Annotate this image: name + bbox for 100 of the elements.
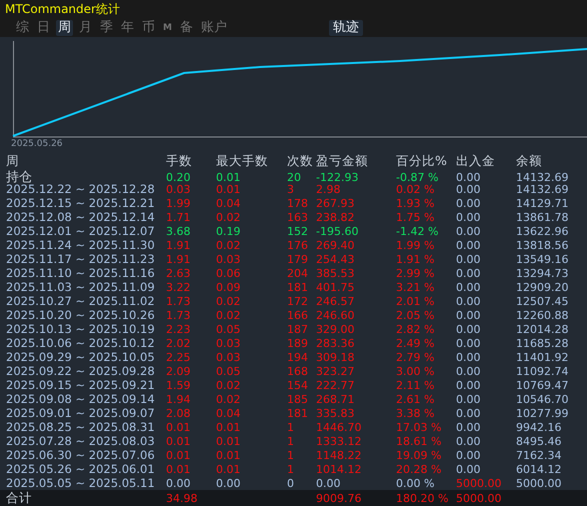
period-cell-text: 2025.12.08 ~ 2025.12.14 <box>6 210 156 224</box>
period-cell-text: 2025.11.24 ~ 2025.11.30 <box>6 238 156 252</box>
table-cell-text: 20.28 % <box>396 462 442 476</box>
table-cell-text: 329.00 <box>316 322 356 336</box>
table-cell-text: 401.75 <box>316 280 356 294</box>
table-cell-text: 0.00 <box>456 364 482 378</box>
table-cell-text: 0.00 <box>456 350 482 364</box>
column-header: 百分比% <box>396 153 448 170</box>
table-cell-text: 0.00 <box>456 434 482 448</box>
total-label: 合计 <box>6 490 33 506</box>
table-cell-text: 3.22 <box>166 280 192 294</box>
table-cell-text: 2.23 <box>166 322 192 336</box>
table-cell-text: 34.98 <box>166 492 198 505</box>
table-cell-text: 0.00 <box>456 378 482 392</box>
table-cell-text: 0.02 <box>216 392 242 406</box>
table-cell-text: 2.08 <box>166 406 192 420</box>
table-cell-text: 0.01 <box>216 448 242 462</box>
period-cell-text: 2025.09.22 ~ 2025.09.28 <box>6 364 156 378</box>
track-toggle[interactable]: 轨迹 <box>328 20 363 36</box>
table-cell-text: 2.61 % <box>396 392 436 406</box>
table-cell-text: 3 <box>287 182 295 196</box>
table-cell-text: 10546.70 <box>516 392 570 406</box>
table-cell-text: 0.01 <box>216 434 242 448</box>
table-cell-text: 5000.00 <box>456 492 502 505</box>
period-tab[interactable]: 综 <box>14 20 31 36</box>
period-cell-text: 2025.09.08 ~ 2025.09.14 <box>6 392 156 406</box>
table-cell-text: 0.20 <box>166 170 192 184</box>
table-cell-text: 2.02 <box>166 336 192 350</box>
table-cell-text: 0.02 <box>216 238 242 252</box>
table-cell-text: 1.91 <box>166 252 192 266</box>
table-cell-text: 2.09 <box>166 364 192 378</box>
table-cell-text: 0.00 <box>456 280 482 294</box>
period-tab[interactable]: 币 <box>140 20 157 36</box>
table-cell-text: 1333.12 <box>316 434 362 448</box>
period-cell-text: 2025.11.17 ~ 2025.11.23 <box>6 252 156 266</box>
table-cell-text: 0.00 <box>456 252 482 266</box>
table-cell-text: 5000.00 <box>516 476 562 490</box>
table-cell-text: 1 <box>287 420 295 434</box>
table-cell-text: 3.38 % <box>396 406 436 420</box>
table-cell-text: 0.01 <box>216 182 242 196</box>
table-cell-text: 8495.46 <box>516 434 562 448</box>
period-cell-text: 2025.10.27 ~ 2025.11.02 <box>6 294 156 308</box>
table-cell-text: 268.71 <box>316 392 356 406</box>
period-tab[interactable]: 月 <box>77 20 94 36</box>
period-cell-text: 2025.12.15 ~ 2025.12.21 <box>6 196 156 210</box>
table-cell-text: 1014.12 <box>316 462 362 476</box>
table-cell-text: 0.00 <box>456 392 482 406</box>
period-tab[interactable]: 季 <box>98 20 115 36</box>
table-cell-text: 3.21 % <box>396 280 436 294</box>
table-cell-text: 0.00 <box>456 238 482 252</box>
table-cell-text: 0.04 <box>216 196 242 210</box>
period-tab[interactable]: 日 <box>35 20 52 36</box>
column-header: 周 <box>6 153 20 170</box>
table-cell-text: 1 <box>287 448 295 462</box>
period-tab[interactable]: 账户 <box>198 20 229 36</box>
table-cell-text: 0.01 <box>166 420 192 434</box>
period-tab[interactable]: 备 <box>178 20 195 36</box>
table-cell-text: 0.00 <box>456 322 482 336</box>
table-cell-text: 2.99 % <box>396 266 436 280</box>
table-cell-text: 18.61 % <box>396 434 442 448</box>
period-cell-text: 2025.11.03 ~ 2025.11.09 <box>6 280 156 294</box>
table-cell-text: 0.00 <box>456 224 482 238</box>
table-cell-text: 181 <box>287 406 309 420</box>
table-cell-text: 166 <box>287 308 309 322</box>
table-cell-text: 10769.47 <box>516 378 570 392</box>
table-cell-text: 12507.45 <box>516 294 570 308</box>
table-cell-text: 194 <box>287 350 309 364</box>
table-cell-text: 254.43 <box>316 252 356 266</box>
period-tab[interactable]: M <box>161 20 174 36</box>
table-cell-text: 2.63 <box>166 266 192 280</box>
table-cell-text: 20 <box>287 170 302 184</box>
table-cell-text: 1.59 <box>166 378 192 392</box>
table-cell-text: 1.75 % <box>396 210 436 224</box>
table-cell-text: 0.01 <box>166 448 192 462</box>
table-cell-text: 9009.76 <box>316 492 362 505</box>
table-cell-text: 2.79 % <box>396 350 436 364</box>
table-cell-text: 2.82 % <box>396 322 436 336</box>
table-cell-text: 189 <box>287 336 309 350</box>
table-cell-text: 14129.71 <box>516 196 570 210</box>
table-cell-text: 0.02 % <box>396 182 436 196</box>
table-cell-text: 3.00 % <box>396 364 436 378</box>
table-cell-text: 0.01 <box>216 170 242 184</box>
column-header: 最大手数 <box>216 153 269 170</box>
table-cell-text: 12909.20 <box>516 280 570 294</box>
table-cell-text: 13622.96 <box>516 224 570 238</box>
table-cell-text: 11092.74 <box>516 364 570 378</box>
table-cell-text: 2.98 <box>316 182 342 196</box>
table-cell-text: -195.60 <box>316 224 360 238</box>
table-cell-text: 1446.70 <box>316 420 362 434</box>
period-cell-text: 2025.12.01 ~ 2025.12.07 <box>6 224 156 238</box>
table-cell-text: 2.05 % <box>396 308 436 322</box>
table-cell-text: 179 <box>287 252 309 266</box>
window-title: MTCommander统计 <box>5 1 120 18</box>
period-tab[interactable]: 年 <box>119 20 136 36</box>
table-cell-text: 172 <box>287 294 309 308</box>
table-cell-text: 1148.22 <box>316 448 362 462</box>
table-cell-text: 0.00 <box>456 336 482 350</box>
period-cell-text: 2025.09.15 ~ 2025.09.21 <box>6 378 156 392</box>
table-cell-text: 152 <box>287 224 309 238</box>
period-tab[interactable]: 周 <box>56 20 73 36</box>
